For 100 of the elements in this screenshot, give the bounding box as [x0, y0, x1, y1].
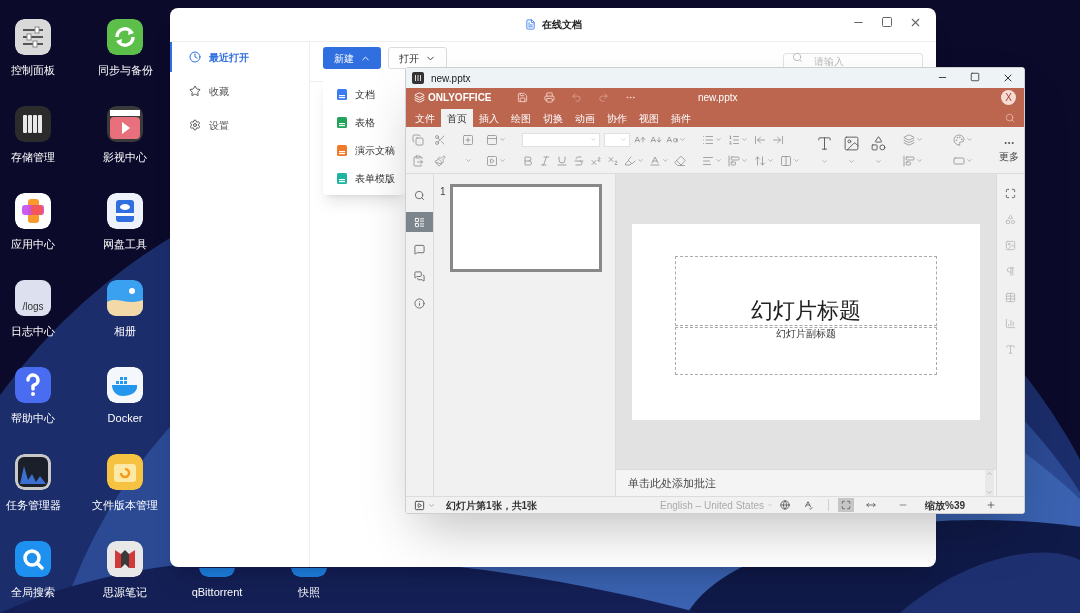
desktop-shortcut[interactable]: 影视中心 [83, 106, 167, 164]
search-icon[interactable] [1005, 113, 1015, 123]
paragraph-icon[interactable] [1005, 266, 1016, 277]
desktop-shortcut[interactable]: 存储管理 [0, 106, 75, 164]
layout-icon[interactable] [486, 133, 498, 146]
play-icon[interactable] [414, 499, 425, 511]
spellcheck-icon[interactable] [803, 500, 813, 510]
scroll-down-icon[interactable] [986, 489, 993, 496]
caret-icon[interactable] [916, 136, 923, 143]
save-icon[interactable] [516, 92, 528, 103]
bold-icon[interactable] [522, 154, 534, 167]
text-box-icon[interactable] [816, 135, 833, 152]
menu-item[interactable]: 表单模版 [323, 164, 405, 192]
image-icon[interactable] [843, 135, 860, 152]
desktop-shortcut[interactable]: 应用中心 [0, 193, 75, 251]
font-size-field[interactable] [604, 132, 630, 147]
paste-icon[interactable] [412, 154, 424, 167]
bullet-list-icon[interactable] [702, 133, 714, 146]
desktop-shortcut[interactable]: 网盘工具 [83, 193, 167, 251]
caret-icon[interactable] [679, 136, 686, 143]
ribbon-tab[interactable]: 插入 [473, 109, 505, 127]
close-icon[interactable] [1002, 72, 1014, 84]
align-left-icon[interactable] [702, 154, 714, 167]
menu-item[interactable]: 演示文稿 [323, 136, 405, 164]
ribbon-tab[interactable]: 协作 [601, 109, 633, 127]
decrease-indent-icon[interactable] [754, 133, 766, 146]
increase-font-icon[interactable] [634, 133, 646, 146]
align-icon[interactable] [903, 154, 915, 167]
caret-icon[interactable] [499, 136, 506, 143]
font-name-field[interactable] [522, 132, 600, 147]
slide-size-icon[interactable] [953, 154, 965, 167]
shape-settings-icon[interactable] [1005, 214, 1016, 225]
ribbon-tab[interactable]: 绘图 [505, 109, 537, 127]
more-button[interactable]: 更多 [997, 127, 1021, 173]
ribbon-tab[interactable]: 首页 [441, 109, 473, 127]
maximize-icon[interactable] [970, 72, 980, 82]
numbered-list-icon[interactable] [728, 133, 740, 146]
maximize-icon[interactable] [881, 16, 893, 28]
user-avatar[interactable]: X [1001, 90, 1016, 105]
menu-item[interactable]: 文档 [323, 80, 405, 108]
nav-item[interactable]: 设置 [170, 110, 309, 140]
change-case-icon[interactable] [666, 133, 678, 146]
eraser-icon[interactable] [674, 154, 686, 167]
underline-icon[interactable] [556, 154, 568, 167]
slide-thumbnail[interactable] [449, 184, 602, 272]
play-icon[interactable] [486, 154, 498, 167]
superscript-icon[interactable] [590, 154, 602, 167]
nav-item[interactable]: 最近打开 [170, 42, 309, 72]
caret-icon[interactable] [662, 157, 669, 164]
nav-item[interactable]: 收藏 [170, 76, 309, 106]
desktop-shortcut[interactable]: 任务管理器 [0, 454, 75, 512]
new-button[interactable]: 新建 [323, 47, 381, 69]
desktop-shortcut[interactable]: /logs 日志中心 [0, 280, 75, 338]
highlighter-icon[interactable] [624, 154, 636, 167]
desktop-shortcut[interactable]: 同步与备份 [83, 19, 167, 77]
chart-icon[interactable] [1005, 318, 1016, 329]
vertical-align-icon[interactable] [728, 154, 740, 167]
ribbon-tab[interactable]: 文件 [409, 109, 441, 127]
caret-icon[interactable] [793, 157, 800, 164]
caret-icon[interactable] [464, 157, 472, 164]
side-tool[interactable] [406, 212, 433, 232]
caret-icon[interactable] [741, 136, 748, 143]
line-spacing-icon[interactable] [754, 154, 766, 167]
caret-icon[interactable] [821, 158, 828, 165]
globe-icon[interactable] [780, 500, 790, 510]
caret-icon[interactable] [966, 157, 973, 164]
columns-icon[interactable] [780, 154, 792, 167]
fit-slide-button[interactable] [838, 498, 854, 512]
copy-icon[interactable] [412, 133, 424, 146]
add-slide-icon[interactable] [462, 133, 474, 146]
desktop-shortcut[interactable]: Docker [83, 367, 167, 425]
close-icon[interactable] [909, 16, 922, 29]
subscript-icon[interactable] [607, 154, 619, 167]
caret-icon[interactable] [741, 157, 748, 164]
format-painter-icon[interactable] [434, 154, 446, 167]
print-icon[interactable] [543, 92, 555, 103]
zoom-in-icon[interactable] [986, 500, 996, 510]
caret-icon[interactable] [966, 136, 973, 143]
desktop-shortcut[interactable]: 控制面板 [0, 19, 75, 77]
desktop-shortcut[interactable]: 相册 [83, 280, 167, 338]
cut-icon[interactable] [434, 133, 446, 146]
caret-icon[interactable] [637, 157, 644, 164]
caret-icon[interactable] [848, 158, 855, 165]
desktop-shortcut[interactable]: 全局搜索 [0, 541, 75, 599]
caret-icon[interactable] [428, 501, 435, 509]
shapes-icon[interactable] [870, 135, 887, 152]
arrange-icon[interactable] [903, 133, 915, 146]
ribbon-tab[interactable]: 切换 [537, 109, 569, 127]
caret-icon[interactable] [875, 158, 882, 165]
caret-icon[interactable] [767, 157, 774, 164]
caret-icon[interactable] [715, 157, 722, 164]
slide-settings-icon[interactable] [1005, 188, 1016, 199]
ribbon-tab[interactable]: 动画 [569, 109, 601, 127]
font-color-icon[interactable] [649, 154, 661, 167]
ribbon-tab[interactable]: 插件 [665, 109, 697, 127]
increase-indent-icon[interactable] [772, 133, 784, 146]
ribbon-tab[interactable]: 视图 [633, 109, 665, 127]
desktop-shortcut[interactable]: 思源笔记 [83, 541, 167, 599]
caret-icon[interactable] [715, 136, 722, 143]
desktop-shortcut[interactable]: 帮助中心 [0, 367, 75, 425]
